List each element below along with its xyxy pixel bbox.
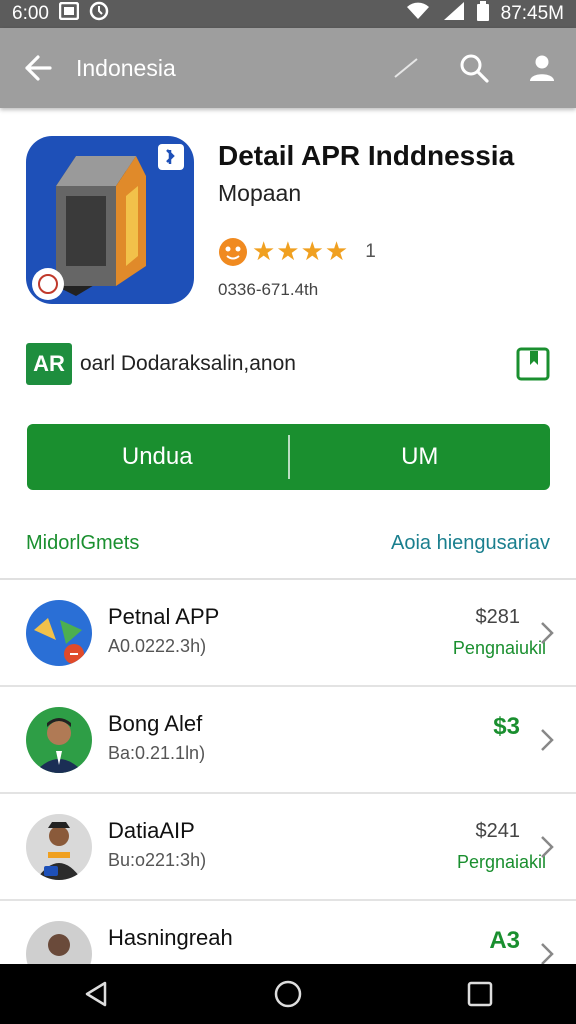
photo-icon: [58, 1, 80, 26]
app-developer[interactable]: Mopaan: [218, 180, 301, 207]
face-icon: [219, 237, 247, 266]
nav-recents-button[interactable]: [440, 964, 520, 1024]
account-button[interactable]: [508, 28, 576, 108]
download-button[interactable]: Undua: [27, 424, 288, 490]
list-item[interactable]: Petnal APP A0.0222.3h) $281 Pengnaiukil: [0, 580, 576, 687]
recents-square-icon: [467, 981, 493, 1007]
check-button[interactable]: [372, 28, 440, 108]
back-button[interactable]: [0, 28, 76, 108]
status-time: 6:00: [12, 3, 49, 24]
system-nav-bar: [0, 964, 576, 1024]
list-item-title: Petnal APP: [108, 604, 220, 629]
list-item-price: $3: [493, 713, 520, 740]
check-icon: [394, 58, 418, 78]
list-item-action[interactable]: Pengnaiukil: [453, 638, 546, 659]
back-arrow-icon: [25, 55, 52, 81]
info-row: AR oarl Dodaraksalin,anon: [26, 342, 550, 386]
avatar: [26, 600, 92, 666]
link-right[interactable]: Aoia hiengusariav: [391, 532, 550, 555]
info-text: oarl Dodaraksalin,anon: [80, 352, 296, 375]
app-header: Detail APR Inddnessia Mopaan ★★★★ 1 0336…: [26, 136, 556, 306]
app-bar: Indonesia: [0, 28, 576, 108]
search-button[interactable]: [440, 28, 508, 108]
wifi-icon: [405, 1, 431, 27]
list-item-price: $241: [475, 820, 521, 842]
home-circle-icon: [274, 980, 302, 1008]
list-item-price: A3: [489, 927, 520, 954]
status-clock: 87:45M: [500, 3, 564, 24]
secondary-button[interactable]: UM: [290, 424, 551, 490]
list-item-title: Bong Alef: [108, 711, 203, 736]
list-item-subtitle: Ba:0.21.1ln): [108, 743, 206, 763]
app-title: Detail APR Inddnessia: [218, 140, 515, 171]
links-row: MidorlGmets Aoia hiengusariav: [26, 528, 550, 558]
nav-back-button[interactable]: [56, 964, 136, 1024]
avatar: [26, 707, 92, 773]
rating-count: 1: [365, 240, 376, 262]
list-item-title: Hasningreah: [108, 925, 233, 950]
rating-stars: ★★★★: [252, 236, 350, 266]
app-list: Petnal APP A0.0222.3h) $281 Pengnaiukil …: [0, 580, 576, 1008]
chevron-right-icon: [541, 729, 554, 751]
app-icon[interactable]: [26, 136, 194, 304]
list-item[interactable]: DatiaAIP Bu:o221:3h) $241 Pergnaiakil: [0, 794, 576, 901]
list-item[interactable]: Bong Alef Ba:0.21.1ln) $3: [0, 687, 576, 794]
back-triangle-icon: [85, 981, 107, 1007]
bookmark-icon[interactable]: [516, 347, 550, 381]
list-item-title: DatiaAIP: [108, 818, 195, 843]
search-icon: [460, 54, 489, 83]
app-bar-title: Indonesia: [76, 54, 176, 81]
rating-row: ★★★★ 1: [218, 236, 376, 267]
app-meta: 0336-671.4th: [218, 280, 319, 299]
list-item-subtitle: A0.0222.3h): [108, 636, 207, 656]
status-bar: 6:00 87:45M: [0, 0, 576, 28]
list-item-price: $281: [475, 606, 521, 628]
action-buttons: Undua UM: [27, 424, 550, 490]
list-item-action[interactable]: Pergnaiakil: [457, 852, 546, 873]
link-left[interactable]: MidorlGmets: [26, 532, 139, 555]
chevron-right-icon: [541, 836, 554, 858]
clock-icon: [89, 1, 109, 27]
ar-badge: AR: [26, 343, 72, 385]
battery-icon: [476, 1, 489, 27]
account-icon: [530, 55, 554, 81]
list-item-subtitle: Bu:o221:3h): [108, 850, 207, 870]
avatar: [26, 814, 92, 880]
chevron-right-icon: [541, 622, 554, 644]
nav-home-button[interactable]: [248, 964, 328, 1024]
signal-icon: [443, 1, 465, 27]
